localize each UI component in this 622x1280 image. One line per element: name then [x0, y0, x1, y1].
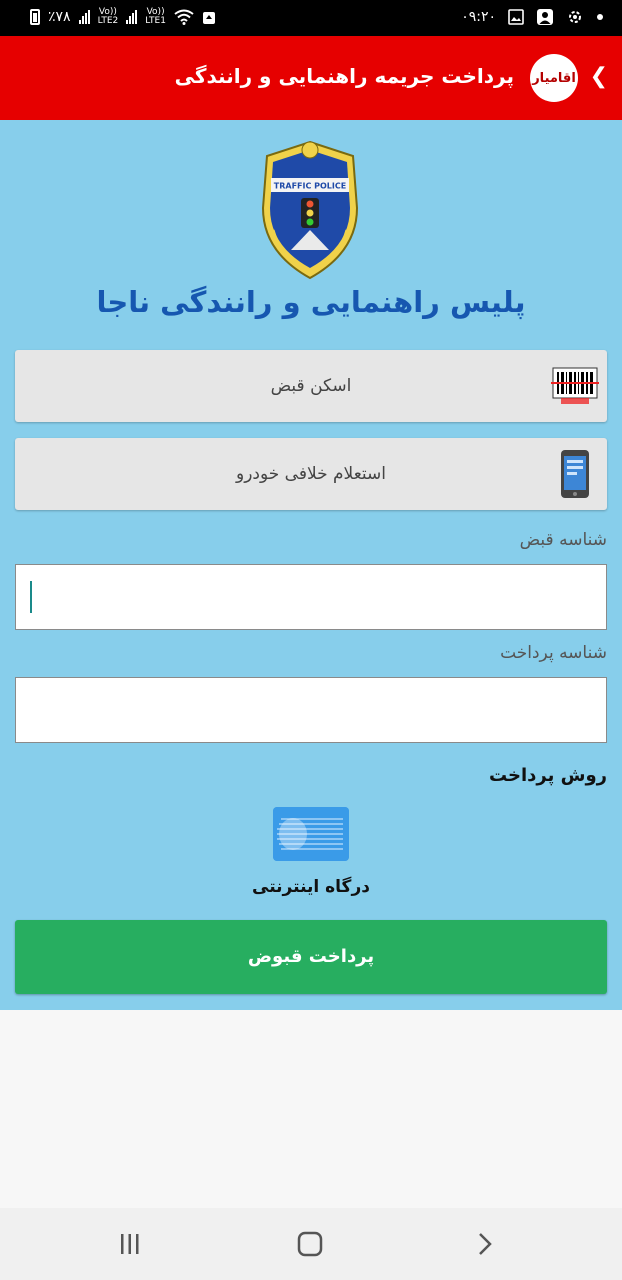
- app-logo: اقامیار: [530, 54, 578, 102]
- home-icon[interactable]: [290, 1228, 330, 1260]
- payment-method-label: روش پرداخت: [488, 765, 607, 786]
- text-caret: [30, 581, 32, 613]
- recycle-icon: [202, 12, 215, 24]
- time: ۰۹:۲۰: [461, 9, 496, 25]
- sim1-indicator: Vo)) LTE1: [145, 7, 166, 26]
- vehicle-inquiry-button[interactable]: استعلام خلافی خودرو: [15, 438, 607, 510]
- system-nav-bar: [0, 1208, 622, 1280]
- back-nav-icon[interactable]: [464, 1228, 504, 1260]
- police-badge-icon: TRAFFIC POLICE: [261, 140, 359, 280]
- phone-icon: [561, 450, 589, 498]
- wifi-icon: [174, 9, 194, 25]
- back-icon[interactable]: ❮: [590, 64, 608, 89]
- scan-bill-button[interactable]: اسکن قبض: [15, 350, 607, 422]
- pay-bills-button[interactable]: پرداخت قبوض: [15, 920, 607, 994]
- profile-icon: [537, 9, 553, 25]
- settings-icon: [569, 11, 581, 23]
- sim2-indicator: Vo)) LTE2: [97, 7, 119, 26]
- badge-text: TRAFFIC POLICE: [274, 182, 346, 191]
- signal-icon: [126, 10, 138, 24]
- recent-apps-icon[interactable]: [110, 1228, 150, 1260]
- payment-id-label: شناسه پرداخت: [500, 643, 607, 663]
- barcode-icon: [551, 367, 599, 404]
- main-content: TRAFFIC POLICE پلیس راهنمایی و رانندگی ن…: [0, 120, 622, 1010]
- bill-id-input[interactable]: [15, 564, 607, 630]
- scan-bill-label: اسکن قبض: [270, 376, 352, 396]
- gallery-icon: [508, 9, 524, 25]
- vehicle-inquiry-label: استعلام خلافی خودرو: [235, 464, 386, 484]
- page-title: پرداخت جریمه راهنمایی و رانندگی: [174, 64, 514, 88]
- internet-gateway-icon[interactable]: [273, 807, 349, 861]
- bill-id-label: شناسه قبض: [519, 530, 607, 550]
- internet-gateway-label[interactable]: درگاه اینترنتی: [0, 877, 622, 897]
- battery-icon: [30, 9, 40, 25]
- app-header: ❮ اقامیار پرداخت جریمه راهنمایی و رانندگ…: [0, 36, 622, 120]
- battery-level: ٪۷۸: [48, 9, 71, 25]
- dot-icon: [597, 14, 603, 20]
- status-bar: ٪۷۸ Vo)) LTE2 Vo)) LTE1 ۰۹:۲۰: [0, 0, 622, 36]
- organization-title: پلیس راهنمایی و رانندگی ناجا: [96, 285, 526, 319]
- status-left: ٪۷۸ Vo)) LTE2 Vo)) LTE1: [30, 8, 216, 26]
- payment-id-input[interactable]: [15, 677, 607, 743]
- signal-icon: [78, 10, 90, 24]
- status-right: ۰۹:۲۰: [461, 8, 604, 26]
